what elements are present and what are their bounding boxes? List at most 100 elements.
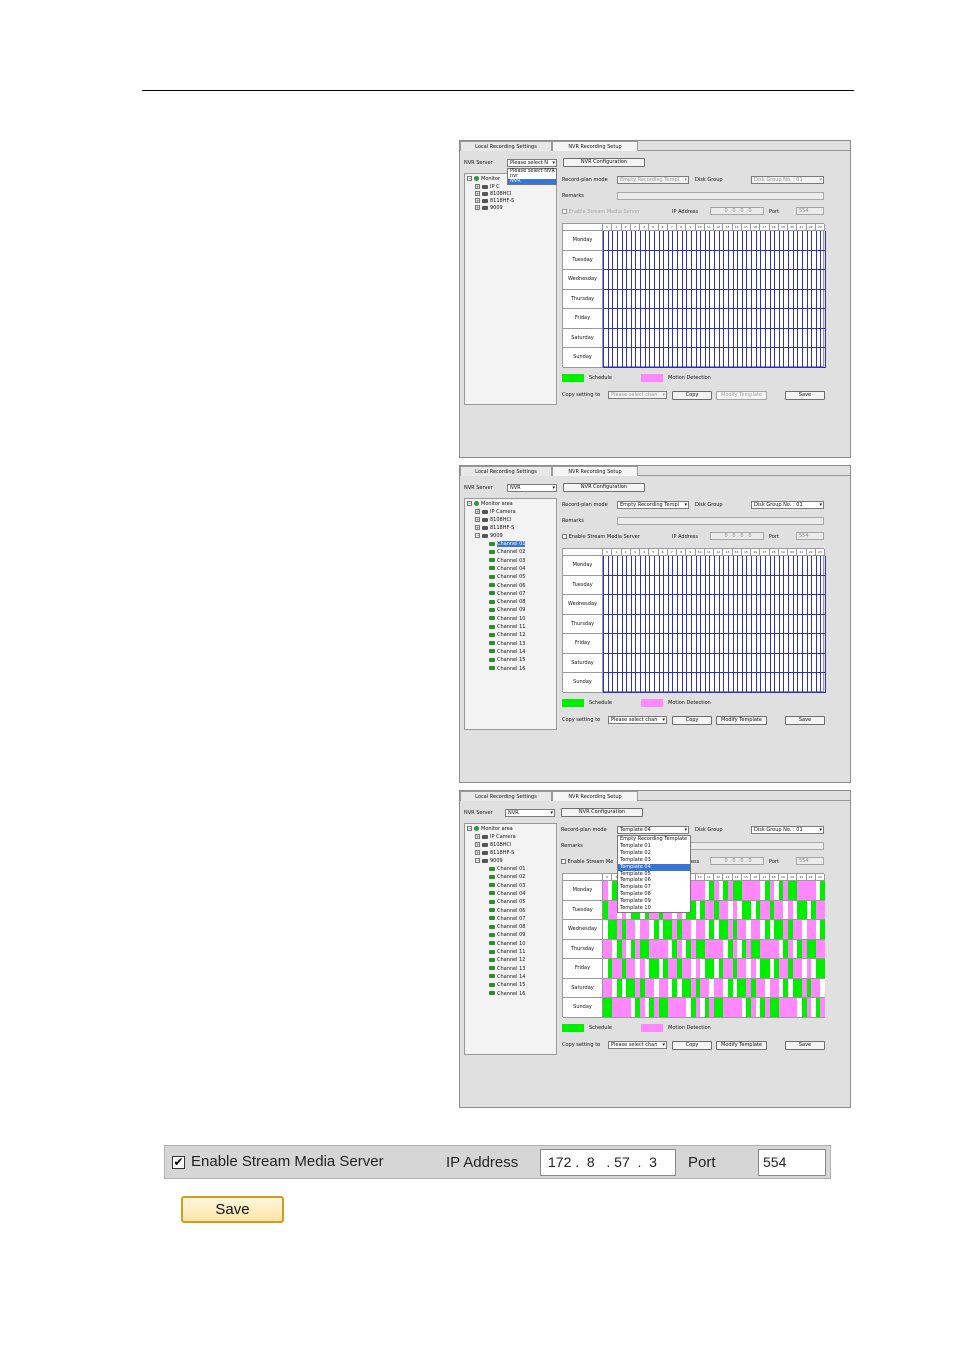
- record-plan-select[interactable]: Empty Recording Templ: [617, 501, 689, 509]
- save-button[interactable]: Save: [785, 391, 825, 400]
- schedule-row[interactable]: [603, 920, 826, 940]
- tree-channel-item[interactable]: Channel 11: [489, 949, 525, 956]
- remarks-field[interactable]: [617, 517, 824, 525]
- schedule-row[interactable]: [603, 959, 826, 979]
- tree-item[interactable]: +8118HF-S: [475, 198, 514, 205]
- save-button-large[interactable]: Save: [181, 1196, 284, 1223]
- tree-channel-item[interactable]: Channel 11: [489, 624, 525, 631]
- port-field[interactable]: 554: [796, 857, 824, 865]
- remarks-field[interactable]: [617, 192, 824, 200]
- template-option[interactable]: Template 04: [618, 863, 690, 871]
- save-button[interactable]: Save: [785, 1041, 825, 1050]
- tree-root[interactable]: − Monitor area: [467, 501, 513, 508]
- collapse-icon[interactable]: −: [467, 501, 472, 506]
- schedule-cell[interactable]: [820, 920, 826, 939]
- tree-channel-item[interactable]: Channel 12: [489, 632, 525, 639]
- tree-item[interactable]: +8108HCI: [475, 191, 511, 198]
- template-option[interactable]: Template 10: [618, 905, 690, 912]
- nvr-server-dropdown[interactable]: Please select NVR nvr NVR: [507, 168, 557, 185]
- tree-item[interactable]: + IP Camera: [475, 509, 516, 516]
- modify-template-button[interactable]: Modify Template: [716, 1041, 767, 1050]
- template-option[interactable]: Template 09: [618, 898, 690, 905]
- dropdown-option-selected[interactable]: NVR: [508, 179, 556, 184]
- record-plan-select[interactable]: Template 04: [617, 826, 689, 834]
- nvr-configuration-button[interactable]: NVR Configuration: [563, 158, 645, 167]
- tree-item[interactable]: +9009: [475, 205, 503, 212]
- schedule-cell[interactable]: [820, 900, 826, 920]
- tab-nvr-recording[interactable]: NVR Recording Setup: [552, 141, 638, 151]
- enable-stream-checkbox[interactable]: Enable Stream Me: [561, 859, 613, 866]
- tree-channel-item[interactable]: Channel 15: [489, 982, 525, 989]
- tree-channel-item[interactable]: Channel 06: [489, 583, 525, 590]
- schedule-row[interactable]: [603, 614, 826, 635]
- tree-channel-item[interactable]: Channel 07: [489, 591, 525, 598]
- expand-icon[interactable]: +: [475, 509, 480, 514]
- schedule-row[interactable]: [603, 653, 826, 674]
- port-field[interactable]: 554: [758, 1149, 826, 1176]
- record-plan-select[interactable]: Empty Recording Templ: [617, 176, 689, 184]
- tree-channel-item[interactable]: Channel 09: [489, 607, 525, 614]
- tree-channel-item[interactable]: Channel 10: [489, 941, 525, 948]
- schedule-grid[interactable]: 01234567891011121314151617181920212223Mo…: [562, 223, 826, 368]
- tree-channel-item[interactable]: Channel 04: [489, 891, 525, 898]
- save-button[interactable]: Save: [785, 716, 825, 725]
- tree-channel-item[interactable]: Channel 04: [489, 566, 525, 573]
- modify-template-button[interactable]: Modify Template: [716, 391, 767, 400]
- tree-item[interactable]: −9009: [475, 858, 503, 865]
- copy-button[interactable]: Copy: [672, 716, 712, 725]
- tree-channel-item[interactable]: Channel 16: [489, 666, 525, 673]
- nvr-server-select[interactable]: Please select N: [507, 159, 557, 167]
- schedule-row[interactable]: [603, 348, 826, 368]
- collapse-icon[interactable]: −: [475, 533, 480, 538]
- copy-button[interactable]: Copy: [672, 1041, 712, 1050]
- tree-item[interactable]: +8118HF-S: [475, 525, 514, 532]
- record-plan-dropdown[interactable]: Empty Recording Template Template 01 Templ…: [617, 835, 691, 913]
- ip-address-field[interactable]: 0 . 0 . 0 . 0: [710, 532, 764, 540]
- tree-channel-item[interactable]: Channel 09: [489, 932, 525, 939]
- copy-button[interactable]: Copy: [672, 391, 712, 400]
- template-option[interactable]: Template 01: [618, 843, 690, 850]
- collapse-icon[interactable]: −: [467, 176, 472, 181]
- schedule-row[interactable]: [603, 575, 826, 596]
- enable-stream-checkbox[interactable]: Enable Stream Media Server: [562, 534, 640, 541]
- tree-item[interactable]: +8108HCI: [475, 517, 511, 524]
- schedule-row[interactable]: [603, 250, 826, 271]
- enable-stream-checkbox[interactable]: Enable Stream Media Server: [562, 209, 640, 216]
- tree-channel-item[interactable]: Channel 14: [489, 649, 525, 656]
- expand-icon[interactable]: +: [475, 191, 480, 196]
- schedule-row[interactable]: [603, 595, 826, 615]
- tree-channel-item[interactable]: Channel 01: [489, 541, 526, 548]
- expand-icon[interactable]: +: [475, 834, 480, 839]
- tree-channel-item[interactable]: Channel 10: [489, 616, 525, 623]
- template-option[interactable]: Template 02: [618, 850, 690, 857]
- expand-icon[interactable]: +: [475, 198, 480, 203]
- tree-channel-item[interactable]: Channel 08: [489, 599, 525, 606]
- ip-address-field[interactable]: 0 . 0 . 0 . 0: [710, 857, 764, 865]
- tree-channel-item[interactable]: Channel 06: [489, 908, 525, 915]
- nvr-server-select[interactable]: NVR: [507, 484, 557, 492]
- template-option[interactable]: Empty Recording Template: [618, 836, 690, 843]
- modify-template-button[interactable]: Modify Template: [716, 716, 767, 725]
- tree-channel-item[interactable]: Channel 01: [489, 866, 525, 873]
- nvr-configuration-button[interactable]: NVR Configuration: [561, 808, 643, 817]
- schedule-grid[interactable]: 01234567891011121314151617181920212223Mo…: [562, 548, 826, 693]
- tree-channel-item[interactable]: Channel 03: [489, 883, 525, 890]
- expand-icon[interactable]: +: [475, 842, 480, 847]
- expand-icon[interactable]: +: [475, 517, 480, 522]
- schedule-cell[interactable]: [820, 939, 826, 959]
- port-field[interactable]: 554: [796, 532, 824, 540]
- disk-group-select[interactable]: Disk Group No. : 01: [751, 501, 824, 509]
- schedule-row[interactable]: [603, 328, 826, 349]
- schedule-cell[interactable]: [820, 998, 826, 1017]
- tree-channel-item[interactable]: Channel 05: [489, 899, 525, 906]
- schedule-row[interactable]: [603, 231, 826, 251]
- template-option[interactable]: Template 07: [618, 884, 690, 891]
- schedule-row[interactable]: [603, 978, 826, 999]
- ip-address-field[interactable]: 172 . 8 . 57 . 3: [540, 1149, 676, 1176]
- template-option[interactable]: Template 06: [618, 877, 690, 884]
- nvr-configuration-button[interactable]: NVR Configuration: [563, 483, 645, 492]
- tree-channel-item[interactable]: Channel 14: [489, 974, 525, 981]
- tree-channel-item[interactable]: Channel 13: [489, 641, 525, 648]
- tree-channel-item[interactable]: Channel 12: [489, 957, 525, 964]
- expand-icon[interactable]: +: [475, 850, 480, 855]
